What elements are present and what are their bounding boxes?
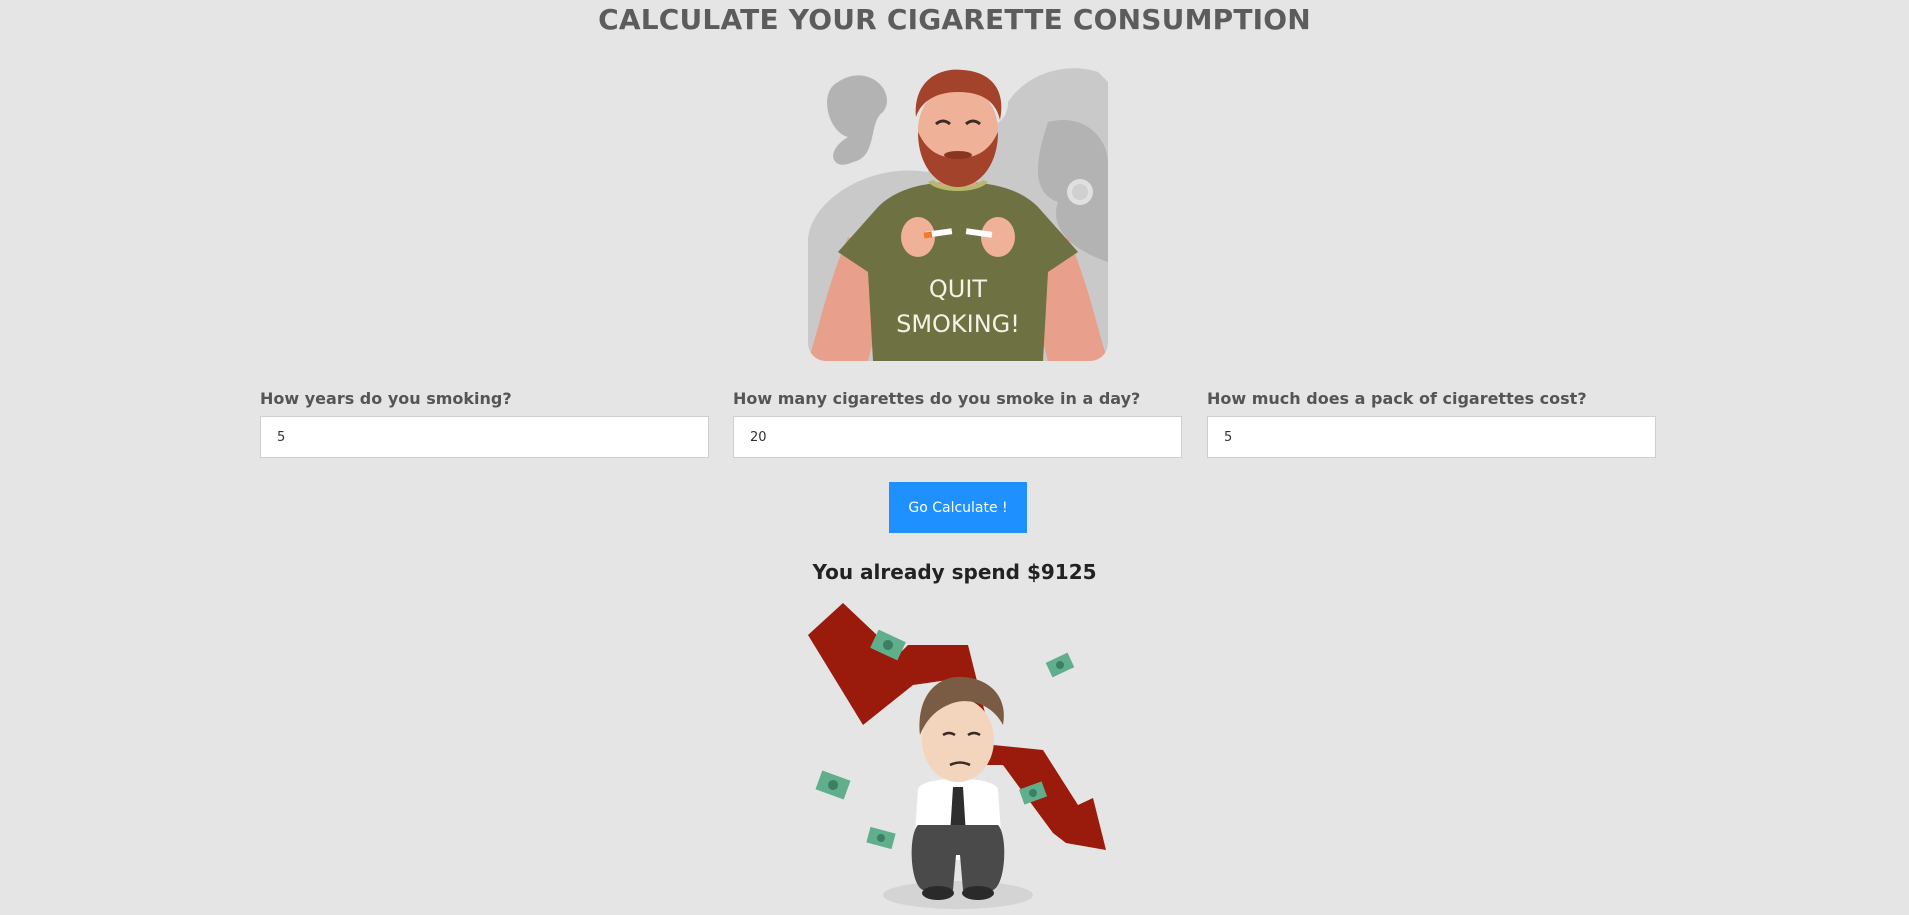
years-smoking-field: How years do you smoking?: [260, 389, 709, 458]
shirt-text-line2: SMOKING!: [896, 310, 1020, 338]
cigarettes-per-day-field: How many cigarettes do you smoke in a da…: [733, 389, 1182, 458]
cigarettes-per-day-label: How many cigarettes do you smoke in a da…: [733, 389, 1141, 408]
page-title: CALCULATE YOUR CIGARETTE CONSUMPTION: [598, 3, 1311, 36]
pack-cost-label: How much does a pack of cigarettes cost?: [1207, 389, 1587, 408]
result-text: You already spend $9125: [812, 560, 1097, 584]
pack-cost-field: How much does a pack of cigarettes cost?: [1207, 389, 1656, 458]
pack-cost-input[interactable]: [1207, 416, 1656, 458]
years-smoking-input[interactable]: [260, 416, 709, 458]
go-calculate-button[interactable]: Go Calculate !: [889, 482, 1027, 533]
cigarettes-per-day-input[interactable]: [733, 416, 1182, 458]
quit-smoking-illustration: QUIT SMOKING!: [808, 62, 1108, 361]
years-smoking-label: How years do you smoking?: [260, 389, 512, 408]
money-loss-illustration: [798, 595, 1118, 915]
shirt-text-line1: QUIT: [929, 275, 988, 303]
